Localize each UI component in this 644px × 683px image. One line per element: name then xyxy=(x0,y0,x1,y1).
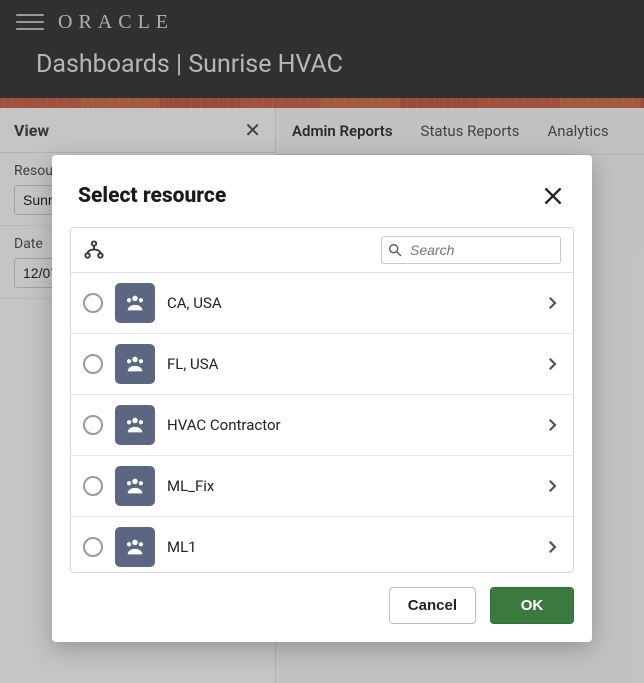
radio-button[interactable] xyxy=(83,293,103,313)
chevron-right-icon[interactable] xyxy=(543,538,561,556)
radio-button[interactable] xyxy=(83,354,103,374)
select-resource-modal: Select resource CA, USA FL, USA HVAC Contr… xyxy=(52,155,592,642)
radio-button[interactable] xyxy=(83,537,103,557)
resource-label: CA, USA xyxy=(167,294,531,312)
chevron-right-icon[interactable] xyxy=(543,416,561,434)
radio-button[interactable] xyxy=(83,415,103,435)
resource-row[interactable]: HVAC Contractor xyxy=(71,395,573,456)
resource-label: FL, USA xyxy=(167,355,531,373)
resource-list: CA, USA FL, USA HVAC Contractor ML_Fix ML1 xyxy=(71,272,573,572)
people-group-icon xyxy=(115,527,155,567)
modal-title: Select resource xyxy=(78,184,226,208)
chevron-right-icon[interactable] xyxy=(543,477,561,495)
cancel-button[interactable]: Cancel xyxy=(389,587,476,624)
resource-row[interactable]: CA, USA xyxy=(71,273,573,334)
people-group-icon xyxy=(115,344,155,384)
resource-label: ML_Fix xyxy=(167,477,531,495)
ok-button[interactable]: OK xyxy=(490,587,574,624)
close-icon[interactable] xyxy=(540,183,566,209)
chevron-right-icon[interactable] xyxy=(543,294,561,312)
chevron-right-icon[interactable] xyxy=(543,355,561,373)
people-group-icon xyxy=(115,466,155,506)
people-group-icon xyxy=(115,405,155,445)
resource-label: HVAC Contractor xyxy=(167,416,531,434)
search-icon xyxy=(387,242,403,258)
modal-overlay: Select resource CA, USA FL, USA HVAC Contr… xyxy=(0,0,644,683)
org-tree-icon[interactable] xyxy=(83,239,105,261)
resource-label: ML1 xyxy=(167,538,531,556)
people-group-icon xyxy=(115,283,155,323)
resource-row[interactable]: ML_Fix xyxy=(71,456,573,517)
radio-button[interactable] xyxy=(83,476,103,496)
search-wrap xyxy=(381,236,561,264)
resource-row[interactable]: ML1 xyxy=(71,517,573,572)
resource-row[interactable]: FL, USA xyxy=(71,334,573,395)
search-input[interactable] xyxy=(381,236,561,264)
